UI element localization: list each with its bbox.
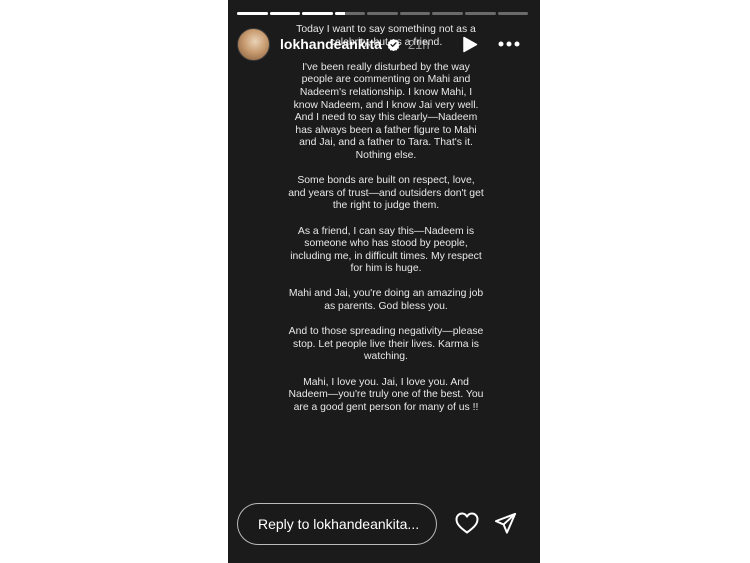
progress-segment	[237, 12, 268, 15]
more-options-icon[interactable]	[498, 41, 520, 47]
story-paragraph: Some bonds are built on respect, love, a…	[288, 175, 484, 212]
reply-input[interactable]: Reply to lokhandeankita...	[237, 503, 437, 545]
story-paragraph: And to those spreading negativity—please…	[288, 326, 484, 363]
story-paragraph: I've been really disturbed by the way pe…	[293, 61, 479, 161]
story-text: Today I want to say something not as a c…	[288, 24, 484, 427]
progress-segment	[269, 12, 301, 15]
progress-segment	[302, 12, 333, 15]
progress-segment	[497, 12, 529, 15]
story-viewer[interactable]: Today I want to say something not as a c…	[228, 0, 540, 563]
send-icon[interactable]	[494, 512, 517, 535]
story-paragraph: As a friend, I can say this—Nadeem is so…	[290, 225, 482, 275]
progress-segment	[432, 12, 463, 15]
progress-segment	[367, 12, 398, 15]
verified-badge-icon	[387, 38, 400, 51]
progress-segment	[399, 12, 431, 15]
avatar[interactable]	[237, 27, 270, 61]
story-paragraph: Mahi and Jai, you're doing an amazing jo…	[288, 288, 484, 313]
story-reply-bar: Reply to lokhandeankita...	[237, 503, 528, 545]
heart-icon[interactable]	[455, 512, 479, 534]
story-progress-bar	[237, 12, 529, 15]
username[interactable]: lokhandeankita	[280, 36, 382, 52]
progress-segment	[334, 12, 366, 15]
story-paragraph: Mahi, I love you. Jai, I love you. And N…	[288, 376, 484, 413]
progress-segment	[464, 12, 496, 15]
play-icon[interactable]	[462, 36, 478, 53]
story-header: lokhandeankita 21h	[237, 27, 528, 61]
post-time: 21h	[407, 36, 430, 52]
